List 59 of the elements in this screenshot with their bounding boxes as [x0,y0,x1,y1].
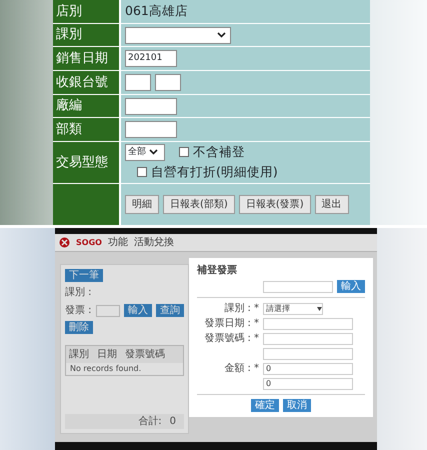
form-label: 部類 [53,118,119,142]
action-button[interactable]: 查詢 [156,304,184,317]
column-header: 日期 [97,348,117,362]
input-field[interactable] [96,304,120,316]
field-label: 發票號碼 : * [203,332,259,346]
modal-button[interactable]: 確定 [251,399,279,412]
delete-button[interactable]: 刪除 [65,321,93,334]
dropdown[interactable]: 請選擇 [263,302,323,314]
total-value: 0 [170,415,176,429]
checkbox[interactable] [137,167,147,178]
input-field[interactable] [125,98,177,115]
checkbox[interactable] [179,147,189,158]
form-label: 銷售日期 [53,47,119,70]
field-label: 課別 : [65,286,92,300]
form-label: 課別 [53,24,119,46]
action-button[interactable]: 輸入 [124,304,152,317]
field-label: 金額 : * [223,362,259,376]
field-label: 課別 : * [223,302,259,316]
input-field[interactable] [263,318,353,330]
input-field[interactable] [263,332,353,344]
store-value: 061高雄店 [125,2,188,20]
modal-title: 補登發票 [197,264,238,278]
input-field[interactable]: 0 [263,378,353,390]
column-header: 發票號碼 [125,348,165,362]
form-label: 交易型態 [53,142,119,183]
input-field[interactable] [125,74,151,91]
logo-icon [59,237,70,248]
nav-link[interactable]: 活動兌換 [134,235,174,250]
caret-icon [149,149,158,156]
form-button[interactable]: 明細 [125,194,159,214]
label-cell [53,184,119,225]
form-button[interactable]: 日報表(部類) [163,194,235,214]
dropdown[interactable] [125,26,231,44]
field-label: 發票日期 : * [203,316,259,331]
field-label: 發票 : [65,304,92,318]
modal-button[interactable]: 取消 [283,399,311,412]
caret-icon [317,306,322,310]
checkbox-label: 自營有打折(明細使用) [151,162,278,181]
column-header: 課別 [69,348,89,362]
qr-code-field[interactable] [263,280,333,292]
input-field[interactable] [125,121,177,138]
caret-icon [217,32,226,38]
empty-message: No records found. [69,363,142,375]
form-button[interactable]: 日報表(發票) [238,194,311,214]
input-field[interactable]: 0 [263,362,353,374]
input-button[interactable]: 輸入 [337,280,365,293]
form-label: 店別 [53,0,119,23]
dropdown[interactable]: 全部 [125,144,165,161]
total-label: 合計: [138,414,162,429]
input-field[interactable] [263,348,353,360]
input-field[interactable] [155,74,181,91]
form-label: 廠編 [53,94,119,118]
form-label: 收銀台號 [53,71,119,94]
input-field[interactable]: 202101 [125,50,177,68]
checkbox-label: 不含補登 [193,143,245,162]
form-button[interactable]: 退出 [314,194,349,214]
nav-link[interactable]: 功能 [108,235,128,250]
next-button[interactable]: 下一筆 [65,269,103,282]
logo-text: SOGO [76,236,102,248]
